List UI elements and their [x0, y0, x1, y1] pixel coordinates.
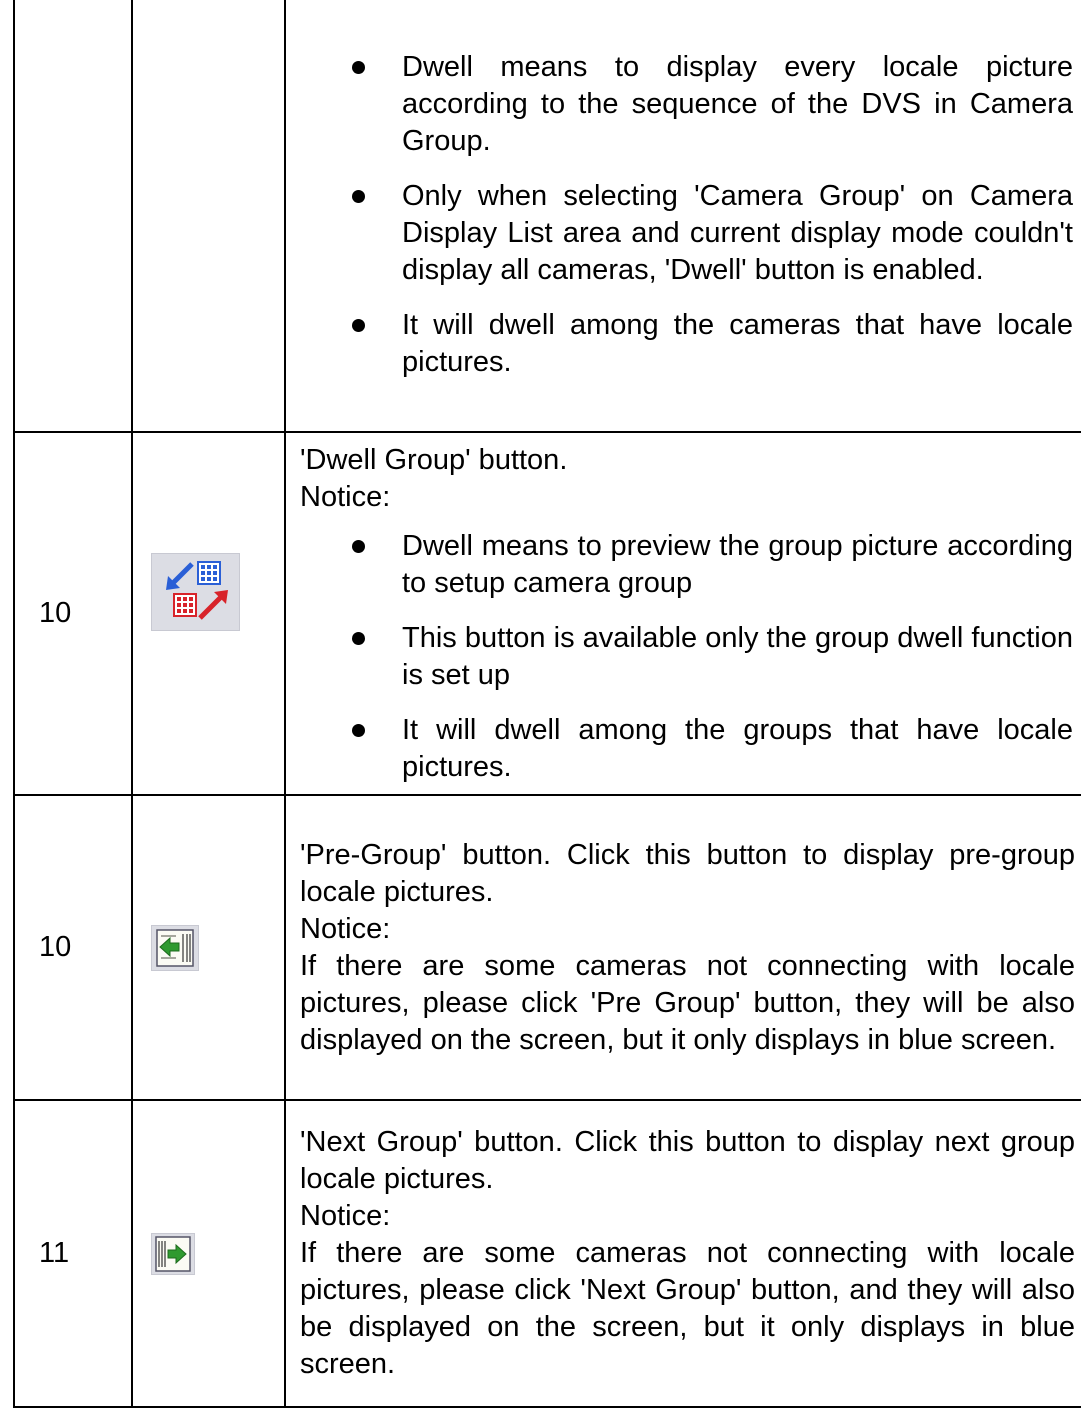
row-description: 'Dwell Group' button. Notice: Dwell mean…: [284, 431, 1081, 796]
row-number: 11: [13, 1099, 133, 1408]
table-row: Dwell means to display every locale pict…: [13, 0, 1081, 433]
description-line: If there are some cameras not connecting…: [300, 949, 1075, 1056]
row-icon-cell: [131, 794, 286, 1101]
description-line: Notice:: [300, 912, 391, 945]
table-row: 10 'Pre-Group' button. Click this button…: [13, 794, 1081, 1101]
table-row: 10 'Dwell Group' button. Notice: Dwell m…: [13, 431, 1081, 796]
row-number: 10: [13, 794, 133, 1101]
description-line: 'Dwell Group' button.: [300, 443, 568, 476]
bullet-item: Dwell means to preview the group picture…: [300, 528, 1075, 602]
description-line: If there are some cameras not connecting…: [300, 1237, 1075, 1380]
button-description-table: Dwell means to display every locale pict…: [13, 0, 1081, 1408]
pre-group-icon: [151, 924, 199, 971]
row-description: 'Pre-Group' button. Click this button to…: [284, 794, 1081, 1101]
next-group-icon: [151, 1232, 195, 1275]
description-line: 'Next Group' button. Click this button t…: [300, 1126, 1075, 1195]
row-number: 10: [13, 431, 133, 796]
row-number: [13, 0, 133, 433]
description-line: Notice:: [300, 1200, 391, 1232]
description-line: 'Pre-Group' button. Click this button to…: [300, 838, 1075, 908]
bullet-item: Dwell means to display every locale pict…: [300, 49, 1075, 160]
table-row: 11 'Next Group' button. Click this butto…: [13, 1099, 1081, 1408]
dwell-group-icon: [151, 552, 240, 631]
bullet-item: It will dwell among the groups that have…: [300, 712, 1075, 786]
bullet-item: It will dwell among the cameras that hav…: [300, 307, 1075, 381]
bullet-item: Only when selecting 'Camera Group' on Ca…: [300, 178, 1075, 289]
row-description: Dwell means to display every locale pict…: [284, 0, 1081, 433]
row-icon-cell: [131, 0, 286, 433]
row-description: 'Next Group' button. Click this button t…: [284, 1099, 1081, 1408]
bullet-list: Dwell means to preview the group picture…: [300, 528, 1075, 786]
description-line: Notice:: [300, 480, 391, 513]
bullet-list: Dwell means to display every locale pict…: [300, 49, 1075, 381]
row-icon-cell: [131, 1099, 286, 1408]
row-icon-cell: [131, 431, 286, 796]
bullet-item: This button is available only the group …: [300, 620, 1075, 694]
